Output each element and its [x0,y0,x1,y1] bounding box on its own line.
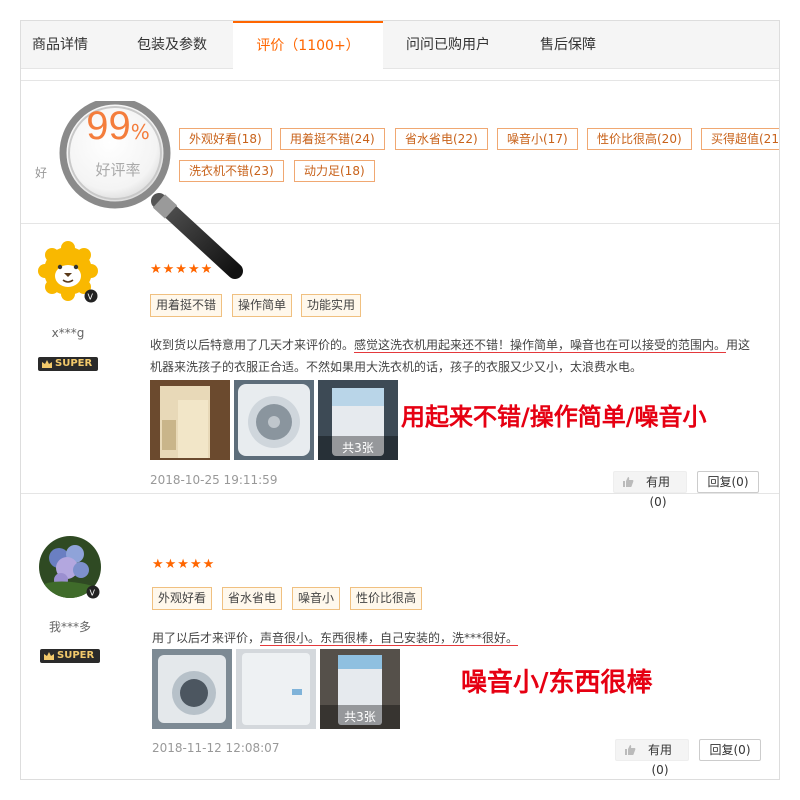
badge-text: SUPER [55,358,93,369]
review-tag: 外观好看 [152,587,213,610]
positive-rate: 99% [68,104,168,149]
star-rating: ★★★★★ [150,262,214,277]
product-page-frame: 商品详情 包装及参数 评价（1100+） 问问已购用户 售后保障 好 外观好看(… [20,20,780,780]
review-image[interactable]: 共3张 [320,649,400,729]
useful-button[interactable]: 有用(0) [613,471,687,509]
review-tag: 省水省电 [222,587,283,610]
super-member-badge: SUPER [40,649,100,663]
tab-ask-buyers[interactable]: 问问已购用户 [406,21,490,69]
review-tag: 操作简单 [232,294,293,317]
review-date: 2018-10-25 19:11:59 [150,473,278,487]
summary-tag[interactable]: 动力足(18) [294,160,375,182]
crown-icon [44,652,54,660]
content-text: 收到货以后特意用了几天才来评价的。 [150,338,355,352]
content-text: 用了以后才来评价， [152,631,261,645]
annotation-overlay: 用起来不错/操作简单/噪音小 [401,403,707,431]
rate-value: 99 [86,104,131,148]
rate-unit: % [130,120,150,144]
rate-label: 好评率 [95,161,141,179]
tab-product-details[interactable]: 商品详情 [32,21,88,69]
summary-tag[interactable]: 用着挺不错(24) [280,128,385,150]
level-badge-icon: V [86,585,100,599]
reply-button[interactable]: 回复(0) [699,739,761,761]
summary-tag[interactable]: 噪音小(17) [497,128,578,150]
svg-text:V: V [90,589,96,598]
review-image[interactable] [234,380,314,460]
summary-tag[interactable]: 外观好看(18) [179,128,272,150]
reply-button[interactable]: 回复(0) [697,471,759,493]
useful-button[interactable]: 有用(0) [615,739,689,777]
crown-icon [42,360,52,368]
review-content: 收到货以后特意用了几天才来评价的。感觉这洗衣机用起来还不错！操作简单，噪音也在可… [150,334,760,378]
summary-tag[interactable]: 性价比很高(20) [587,128,692,150]
reviewer-name[interactable]: x***g [28,326,108,340]
reviewer-name[interactable]: 我***多 [30,618,110,635]
summary-tag[interactable]: 洗衣机不错(23) [179,160,284,182]
tab-after-sales[interactable]: 售后保障 [540,21,596,69]
star-rating: ★★★★★ [152,557,216,572]
thumbs-up-icon [625,745,636,755]
review-item: V 我***多 SUPER ★★★★★ 外观好看 省水省电 噪音小 性价比很高 … [21,494,779,779]
summary-tag[interactable]: 省水省电(22) [395,128,488,150]
badge-text: SUPER [57,650,95,661]
review-date: 2018-11-12 12:08:07 [152,741,280,755]
summary-tag[interactable]: 买得超值(21) [701,128,779,150]
review-summary: 好 外观好看(18) 用着挺不错(24) 省水省电(22) 噪音小(17) 性价… [21,80,779,224]
rate-label-partial: 好 [35,166,48,180]
review-content: 用了以后才来评价，声音很小。东西很棒，自己安装的，洗***很好。 [152,627,752,649]
review-tag: 功能实用 [301,294,362,317]
review-image[interactable] [152,649,232,729]
review-tag: 性价比很高 [350,587,423,610]
super-member-badge: SUPER [38,357,98,371]
review-tag: 用着挺不错 [150,294,223,317]
useful-label: 有用(0) [647,743,672,777]
tab-reviews[interactable]: 评价（1100+） [233,21,383,70]
review-image[interactable] [236,649,316,729]
review-tag: 噪音小 [292,587,341,610]
annotation-overlay: 噪音小/东西很棒 [461,668,653,698]
tab-packaging-params[interactable]: 包装及参数 [137,21,207,69]
image-count: 共3张 [320,705,400,729]
tab-bar: 商品详情 包装及参数 评价（1100+） 问问已购用户 售后保障 [21,21,779,70]
review-image[interactable] [150,380,230,460]
image-count: 共3张 [318,436,398,460]
review-item: V x***g SUPER ★★★★★ 用着挺不错 操作简单 功能实用 收到货以… [21,224,779,509]
review-image[interactable]: 共3张 [318,380,398,460]
svg-text:V: V [88,293,94,302]
thumbs-up-icon [623,477,634,487]
content-highlight: 声音很小。东西很棒，自己安装的，洗***很好。 [260,631,519,646]
content-highlight: 感觉这洗衣机用起来还不错！操作简单，噪音也在可以接受的范围内。 [354,338,727,353]
level-badge-icon: V [84,289,98,303]
